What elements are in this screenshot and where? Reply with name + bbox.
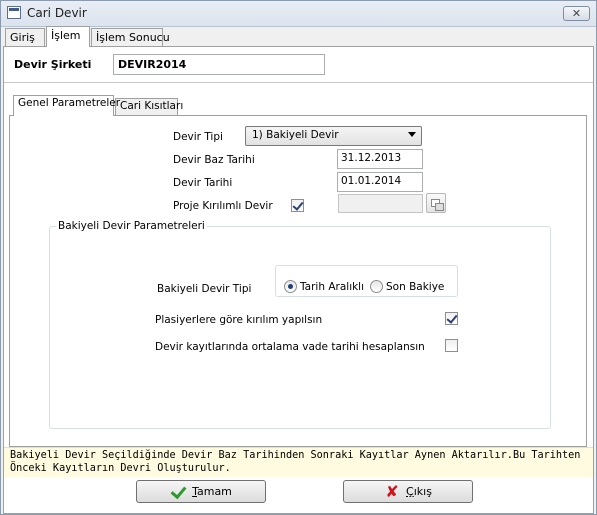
proje-kirilimli-label: Proje Kırılımlı Devir <box>173 200 273 212</box>
proje-lookup-button[interactable] <box>426 193 446 213</box>
info-line-2: Önceki Kayıtların Devri Oluşturulur. <box>10 463 231 474</box>
devir-tarihi-label: Devir Tarihi <box>173 177 233 189</box>
devir-baz-tarihi-field[interactable]: 31.12.2013 <box>337 149 423 169</box>
tab-genel-parametreler[interactable]: Genel Parametreler <box>13 95 120 116</box>
x-icon: ✘ <box>385 481 399 501</box>
cikis-label: Çıkış <box>406 485 432 498</box>
bakiyeli-devir-tipi-label: Bakiyeli Devir Tipi <box>157 283 252 295</box>
info-line-1: Bakiyeli Devir Seçildiğinde Devir Baz Ta… <box>10 450 581 461</box>
devir-tipi-select[interactable]: 1) Bakiyeli Devir <box>245 126 422 146</box>
bakiyeli-devir-group <box>49 226 551 429</box>
tamam-label: Tamam <box>192 485 232 498</box>
close-button[interactable]: ✕ <box>563 6 590 21</box>
tamam-button[interactable]: Tamam <box>136 480 266 503</box>
window-title: Cari Devir <box>27 6 87 20</box>
devir-baz-tarihi-label: Devir Baz Tarihi <box>173 154 255 166</box>
devir-tipi-label: Devir Tipi <box>173 131 223 143</box>
radio-tarih-aralikli[interactable] <box>284 280 297 293</box>
plasiyer-label: Plasiyerlere göre kırılım yapılsın <box>155 314 323 326</box>
proje-field <box>338 194 423 213</box>
plasiyer-checkbox[interactable] <box>445 312 458 325</box>
group-title: Bakiyeli Devir Parametreleri <box>56 220 207 232</box>
checkmark-icon <box>170 484 186 500</box>
company-field[interactable]: DEVIR2014 <box>113 54 325 75</box>
tab-islem-sonucu[interactable]: İşlem Sonucu <box>91 28 170 46</box>
radio-son-bakiye[interactable] <box>370 280 383 293</box>
vade-label: Devir kayıtlarında ortalama vade tarihi … <box>155 341 425 353</box>
proje-kirilimli-checkbox[interactable] <box>291 199 304 212</box>
chevron-down-icon[interactable] <box>408 132 416 137</box>
info-message: Bakiyeli Devir Seçildiğinde Devir Baz Ta… <box>4 447 593 477</box>
tab-cari-kisitlari[interactable]: Cari Kısıtları <box>115 98 183 115</box>
tab-islem[interactable]: İşlem <box>46 26 90 47</box>
title-bar <box>1 1 596 27</box>
company-label: Devir Şirketi <box>14 58 92 71</box>
devir-tarihi-field[interactable]: 01.01.2014 <box>337 172 423 192</box>
app-window-icon <box>7 6 21 19</box>
separator <box>4 82 593 83</box>
cikis-button[interactable]: ✘ Çıkış <box>343 480 473 503</box>
radio-tarih-aralikli-label[interactable]: Tarih Aralıklı <box>300 281 364 293</box>
radio-son-bakiye-label[interactable]: Son Bakiye <box>386 281 444 293</box>
vade-checkbox[interactable] <box>445 339 458 352</box>
tab-giris[interactable]: Giriş <box>5 28 45 46</box>
